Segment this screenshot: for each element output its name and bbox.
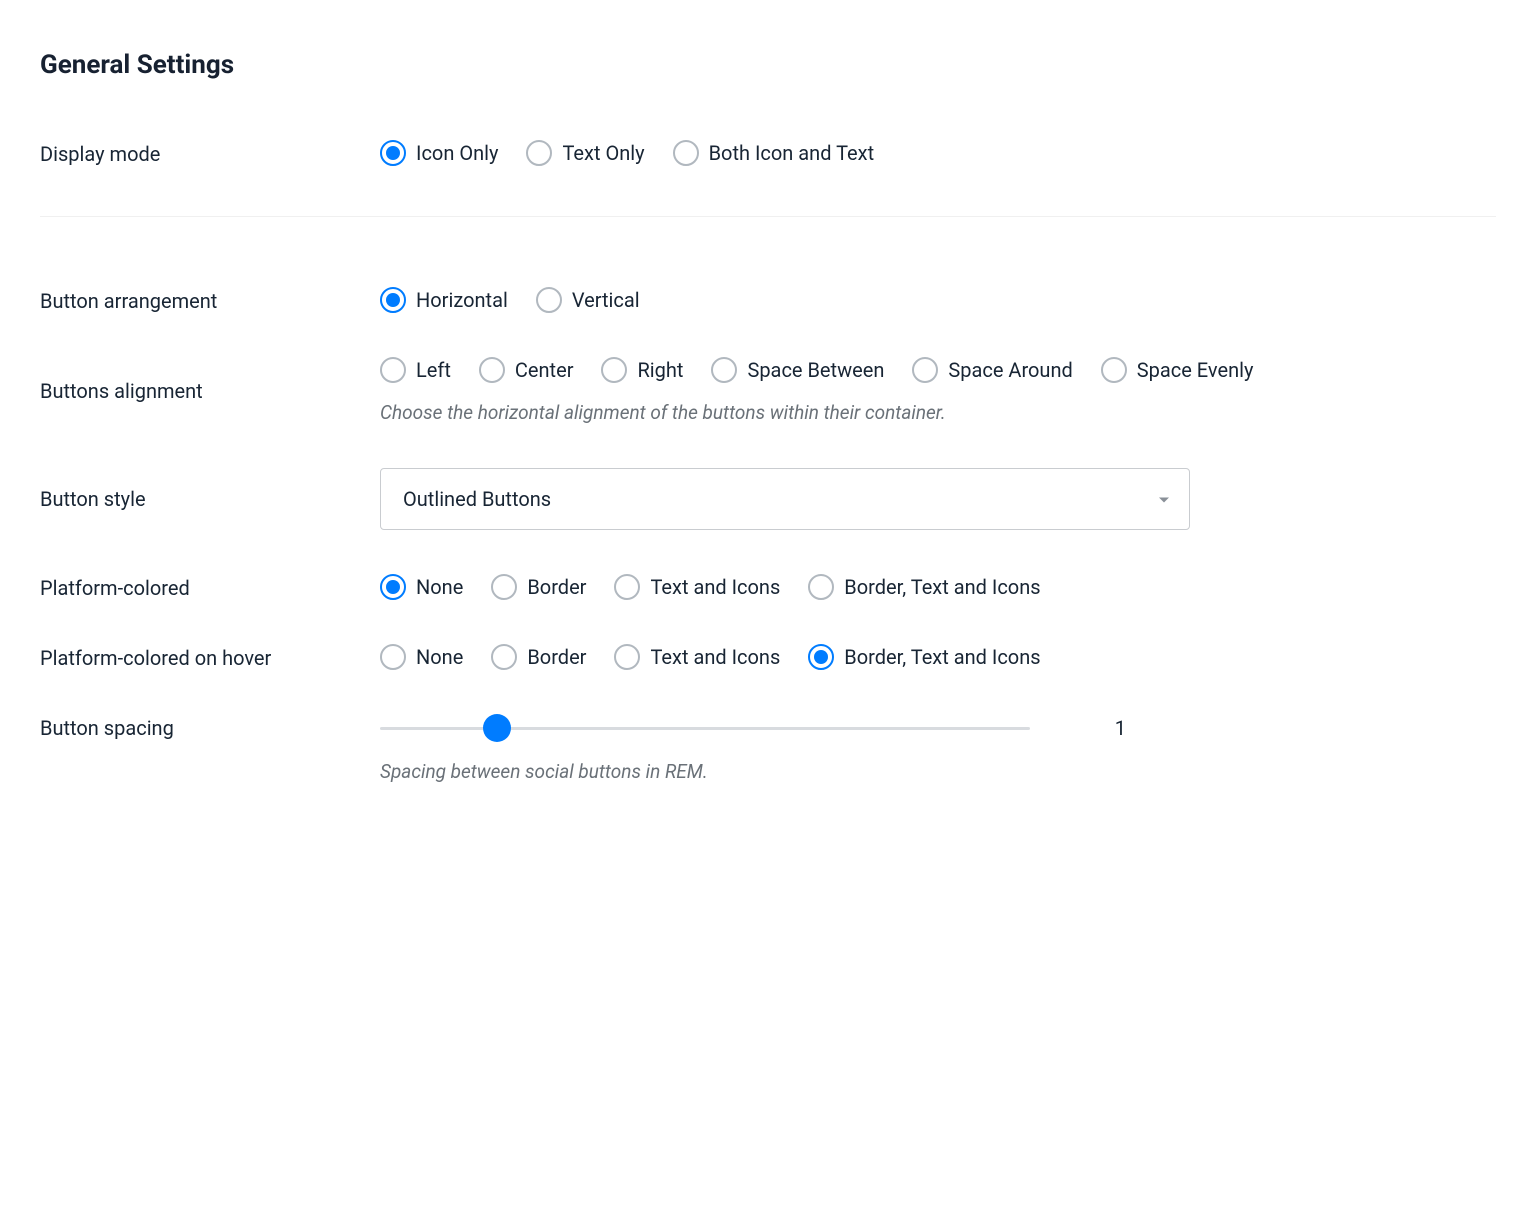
platform-colored-option-border[interactable]: Border [491, 574, 586, 600]
radio-icon [380, 287, 406, 313]
radio-label: Both Icon and Text [709, 141, 875, 165]
radio-icon [491, 574, 517, 600]
radio-icon [380, 357, 406, 383]
radio-label: Left [416, 358, 451, 382]
radio-icon [479, 357, 505, 383]
radio-label: Border, Text and Icons [844, 645, 1040, 669]
radio-label: Border [527, 575, 586, 599]
radio-icon [614, 644, 640, 670]
buttons-alignment-option-space-between[interactable]: Space Between [711, 357, 884, 383]
display-mode-option-both[interactable]: Both Icon and Text [673, 140, 875, 166]
platform-colored-hover-option-border[interactable]: Border [491, 644, 586, 670]
slider-track [380, 727, 1030, 730]
buttons-alignment-option-space-around[interactable]: Space Around [912, 357, 1072, 383]
button-spacing-value: 1 [1086, 716, 1126, 740]
buttons-alignment-option-space-evenly[interactable]: Space Evenly [1101, 357, 1254, 383]
radio-icon [601, 357, 627, 383]
platform-colored-hover-option-text-and-icons[interactable]: Text and Icons [614, 644, 780, 670]
button-style-label: Button style [40, 487, 380, 511]
radio-icon [1101, 357, 1127, 383]
field-button-style: Button style Outlined Buttons [40, 468, 1496, 530]
field-button-arrangement: Button arrangement Horizontal Vertical [40, 287, 1496, 313]
buttons-alignment-option-right[interactable]: Right [601, 357, 683, 383]
button-spacing-helper: Spacing between social buttons in REM. [380, 760, 1496, 783]
platform-colored-option-border-text-and-icons[interactable]: Border, Text and Icons [808, 574, 1040, 600]
radio-label: Space Around [948, 358, 1072, 382]
button-arrangement-radio-group: Horizontal Vertical [380, 287, 1496, 313]
platform-colored-radio-group: None Border Text and Icons Border, Text … [380, 574, 1496, 600]
buttons-alignment-option-center[interactable]: Center [479, 357, 574, 383]
radio-label: Horizontal [416, 288, 508, 312]
button-spacing-label: Button spacing [40, 714, 380, 740]
buttons-alignment-label: Buttons alignment [40, 379, 380, 403]
radio-icon [536, 287, 562, 313]
radio-label: Text and Icons [650, 645, 780, 669]
radio-label: None [416, 645, 463, 669]
radio-label: None [416, 575, 463, 599]
platform-colored-hover-radio-group: None Border Text and Icons Border, Text … [380, 644, 1496, 670]
radio-icon [380, 644, 406, 670]
button-style-selected-value: Outlined Buttons [403, 487, 551, 511]
section-divider [40, 216, 1496, 217]
field-button-spacing: Button spacing 1 Spacing between social … [40, 714, 1496, 783]
radio-label: Border [527, 645, 586, 669]
display-mode-radio-group: Icon Only Text Only Both Icon and Text [380, 140, 1496, 166]
buttons-alignment-helper: Choose the horizontal alignment of the b… [380, 401, 1496, 424]
platform-colored-option-none[interactable]: None [380, 574, 463, 600]
radio-label: Center [515, 358, 574, 382]
buttons-alignment-option-left[interactable]: Left [380, 357, 451, 383]
radio-icon [380, 574, 406, 600]
field-platform-colored-hover: Platform-colored on hover None Border Te… [40, 644, 1496, 670]
field-display-mode: Display mode Icon Only Text Only Both Ic… [40, 140, 1496, 166]
radio-icon [526, 140, 552, 166]
platform-colored-option-text-and-icons[interactable]: Text and Icons [614, 574, 780, 600]
radio-icon [808, 574, 834, 600]
radio-icon [912, 357, 938, 383]
radio-label: Space Evenly [1137, 358, 1254, 382]
display-mode-option-text-only[interactable]: Text Only [526, 140, 644, 166]
radio-icon [380, 140, 406, 166]
display-mode-label: Display mode [40, 140, 380, 166]
radio-icon [614, 574, 640, 600]
radio-icon [673, 140, 699, 166]
platform-colored-hover-label: Platform-colored on hover [40, 644, 380, 670]
button-arrangement-option-horizontal[interactable]: Horizontal [380, 287, 508, 313]
slider-thumb[interactable] [483, 714, 511, 742]
radio-label: Text and Icons [650, 575, 780, 599]
field-buttons-alignment: Buttons alignment Left Center Right Spac… [40, 357, 1496, 424]
platform-colored-label: Platform-colored [40, 574, 380, 600]
button-spacing-slider[interactable] [380, 714, 1030, 742]
radio-icon [808, 644, 834, 670]
button-style-select[interactable]: Outlined Buttons [380, 468, 1190, 530]
buttons-alignment-radio-group: Left Center Right Space Between Space Ar… [380, 357, 1496, 383]
button-arrangement-label: Button arrangement [40, 287, 380, 313]
radio-label: Icon Only [416, 141, 498, 165]
radio-label: Vertical [572, 288, 640, 312]
platform-colored-hover-option-none[interactable]: None [380, 644, 463, 670]
radio-label: Right [637, 358, 683, 382]
field-platform-colored: Platform-colored None Border Text and Ic… [40, 574, 1496, 600]
radio-label: Border, Text and Icons [844, 575, 1040, 599]
radio-label: Space Between [747, 358, 884, 382]
radio-icon [491, 644, 517, 670]
radio-icon [711, 357, 737, 383]
page-title: General Settings [40, 50, 1496, 80]
button-arrangement-option-vertical[interactable]: Vertical [536, 287, 640, 313]
radio-label: Text Only [562, 141, 644, 165]
platform-colored-hover-option-border-text-and-icons[interactable]: Border, Text and Icons [808, 644, 1040, 670]
display-mode-option-icon-only[interactable]: Icon Only [380, 140, 498, 166]
